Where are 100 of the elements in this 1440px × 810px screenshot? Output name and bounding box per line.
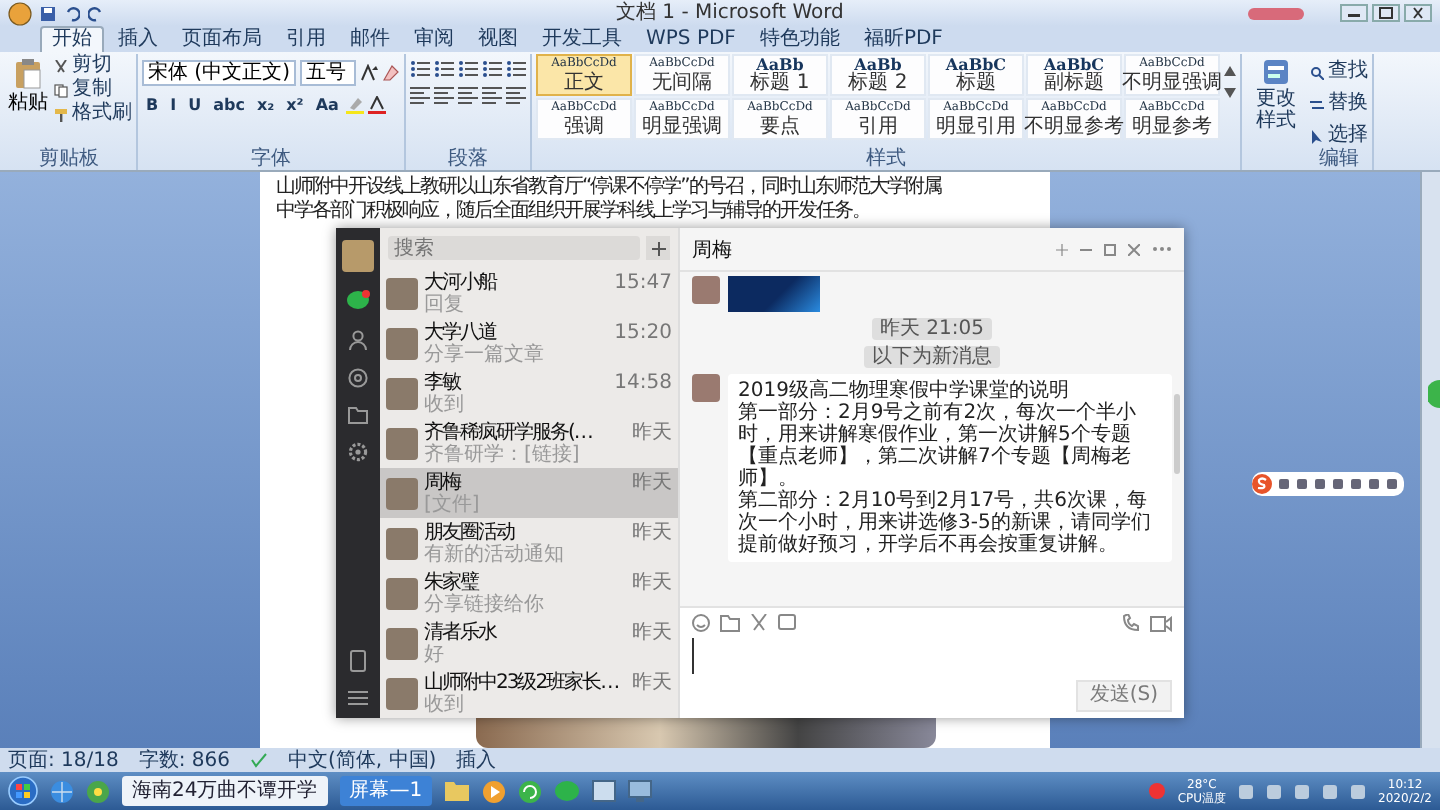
format-button[interactable]: Aa <box>311 94 343 116</box>
list-format-icon[interactable] <box>409 60 430 78</box>
more-icon[interactable] <box>1152 246 1172 252</box>
select-button[interactable]: 选择 <box>1309 124 1368 148</box>
ribbon-tab[interactable]: 引用 <box>276 28 336 52</box>
folder-icon[interactable] <box>348 406 368 424</box>
format-button[interactable]: abc <box>209 94 249 116</box>
redo-icon[interactable] <box>88 5 104 21</box>
style-option[interactable]: AaBb 标题 1 <box>731 54 828 96</box>
minimize-icon[interactable] <box>1340 4 1368 22</box>
folder-icon[interactable] <box>720 614 740 632</box>
chat-list-item[interactable]: 山师附中23级2班家长… 收到 昨天 <box>380 668 678 718</box>
font-name-field[interactable]: 宋体 (中文正文) <box>142 60 296 86</box>
style-option[interactable]: AaBbC 标题 <box>927 54 1024 96</box>
video-icon[interactable] <box>1150 615 1172 631</box>
align-text-icon[interactable] <box>505 86 526 104</box>
ribbon-tab[interactable]: 开始 <box>40 26 104 52</box>
ribbon-tab[interactable]: 视图 <box>468 28 528 52</box>
spelling-check-icon[interactable] <box>250 752 269 768</box>
format-button[interactable]: x² <box>282 94 308 116</box>
emoji-icon[interactable] <box>692 614 710 632</box>
app-icon[interactable] <box>86 779 110 803</box>
window-icon[interactable] <box>592 780 617 802</box>
chat-list-item[interactable]: 朱家璧 分享链接给你 昨天 <box>380 568 678 618</box>
menu-icon[interactable] <box>348 690 368 706</box>
chat-list-item[interactable]: 朋友圈活动 有新的活动通知 昨天 <box>380 518 678 568</box>
scissors-icon[interactable] <box>750 614 768 632</box>
taskbar-window-button[interactable]: 屏幕—1 <box>339 776 433 806</box>
format-button[interactable]: x₂ <box>252 94 279 116</box>
align-text-icon[interactable] <box>457 86 478 104</box>
ribbon-tab[interactable]: 页面布局 <box>172 28 272 52</box>
list-format-icon[interactable] <box>457 60 478 78</box>
format-painter-button[interactable]: 格式刷 <box>54 102 132 126</box>
search-field[interactable]: 搜索 <box>388 236 640 260</box>
font-size-field[interactable]: 五号 <box>299 60 356 86</box>
replace-button[interactable]: 替换 <box>1309 92 1368 116</box>
chat-bubble-icon[interactable] <box>346 290 370 312</box>
align-text-icon[interactable] <box>433 86 454 104</box>
image-message[interactable] <box>728 276 820 312</box>
close-icon[interactable] <box>1404 4 1432 22</box>
globe-icon[interactable] <box>50 779 74 803</box>
chat-history-icon[interactable] <box>778 614 796 632</box>
ribbon-tab[interactable]: 特色功能 <box>749 28 850 52</box>
chat-time: 15:20 <box>614 320 672 344</box>
align-text-icon[interactable] <box>409 86 430 104</box>
scroll-bar[interactable] <box>1174 394 1180 474</box>
play-icon[interactable] <box>482 779 507 803</box>
settings-icon[interactable] <box>348 442 368 462</box>
format-button[interactable]: U <box>184 94 206 116</box>
add-button[interactable] <box>646 236 670 260</box>
folder-icon[interactable] <box>444 780 471 802</box>
phone-icon[interactable] <box>350 650 366 672</box>
format-button[interactable]: B <box>142 94 163 116</box>
document-text: 中学各部门积极响应，随后全面组织开展学科线上学习与辅导的开发任务。 <box>276 200 872 224</box>
find-button[interactable]: 查找 <box>1309 60 1368 84</box>
scroll-bar[interactable] <box>1420 172 1440 748</box>
undo-icon[interactable] <box>64 5 80 21</box>
scroll-up-icon[interactable] <box>1223 66 1236 76</box>
logo-icon[interactable] <box>1252 474 1272 494</box>
save-icon[interactable] <box>40 5 56 21</box>
list-format-icon[interactable] <box>433 60 454 78</box>
ribbon-tab[interactable]: 邮件 <box>340 28 400 52</box>
ribbon-tab[interactable]: 福昕PDF <box>853 28 953 52</box>
office-logo-icon[interactable] <box>8 1 32 25</box>
cut-button[interactable]: 剪切 <box>54 54 132 78</box>
style-option[interactable]: AaBb 标题 2 <box>829 54 926 96</box>
chat-list-item[interactable]: 清者乐水 好 昨天 <box>380 618 678 668</box>
chat-list-item[interactable]: 大学八道 分享一篇文章 15:20 <box>380 318 678 368</box>
ribbon-tab[interactable]: 审阅 <box>404 28 464 52</box>
paste-button[interactable]: 粘贴 <box>6 54 50 118</box>
grow-font-icon[interactable] <box>359 64 378 82</box>
ribbon-tab[interactable]: WPS PDF <box>636 28 746 52</box>
copy-button[interactable]: 复制 <box>54 78 132 102</box>
language-status[interactable]: 中文(简体, 中国) <box>288 749 437 771</box>
style-option[interactable]: AaBbC 副标题 <box>1025 54 1122 96</box>
phone-icon[interactable] <box>1122 614 1140 632</box>
ribbon-tab[interactable]: 开发工具 <box>532 28 632 52</box>
chat-list-item[interactable]: 齐鲁稀疯研学服务(… 齐鲁研学：[链接] 昨天 <box>380 418 678 468</box>
person-icon[interactable] <box>348 330 368 350</box>
scroll-down-icon[interactable] <box>1223 88 1236 98</box>
format-button[interactable]: I <box>166 94 181 116</box>
send-button[interactable]: 发送(S) <box>1075 680 1172 712</box>
chat-list-item[interactable]: 李敏 收到 14:58 <box>380 368 678 418</box>
insert-mode-status[interactable]: 插入 <box>456 749 497 771</box>
clear-format-icon[interactable] <box>381 64 400 82</box>
monitor-icon[interactable] <box>628 780 653 802</box>
maximize-icon[interactable] <box>1372 4 1400 22</box>
font-color-icon[interactable] <box>368 96 387 114</box>
list-format-icon[interactable] <box>481 60 502 78</box>
group-label: 样式 <box>863 148 908 170</box>
taskbar-window-button[interactable]: 海南24万曲不谭开学 <box>122 776 328 806</box>
ribbon-tab[interactable]: 插入 <box>108 28 168 52</box>
chat-list-item[interactable]: 大河小船 回复 15:47 <box>380 268 678 318</box>
change-styles-button[interactable]: 更改样式 <box>1245 54 1306 136</box>
refresh-icon[interactable] <box>518 779 543 803</box>
align-text-icon[interactable] <box>481 86 502 104</box>
word-count: 字数: 866 <box>138 749 231 771</box>
chat-time: 昨天 <box>632 670 672 694</box>
list-format-icon[interactable] <box>505 60 526 78</box>
start-icon[interactable] <box>8 776 38 806</box>
